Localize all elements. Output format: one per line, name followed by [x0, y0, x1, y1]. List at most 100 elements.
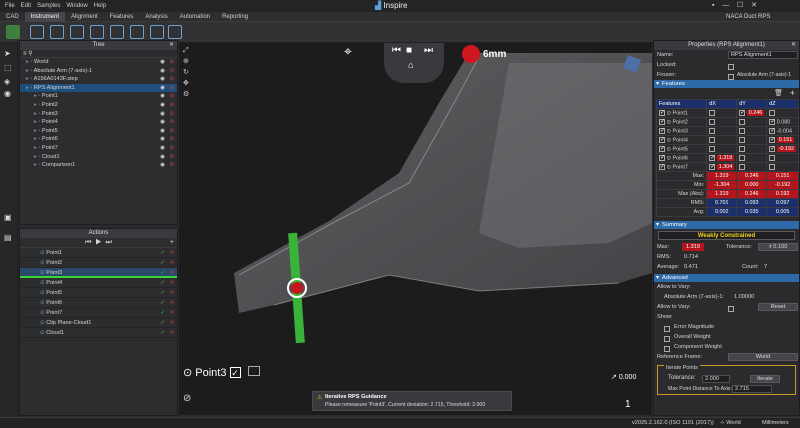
tree-item[interactable]: ▸ ◦ Cloud1 ◉ ⊘	[20, 153, 177, 162]
delete-icon[interactable]: ✕	[169, 328, 174, 338]
tab-features[interactable]: Features	[104, 12, 140, 22]
tab-reporting[interactable]: Reporting	[216, 12, 254, 22]
menu-window[interactable]: Window	[63, 0, 90, 12]
menu-help[interactable]: Help	[91, 0, 109, 12]
row-checkbox[interactable]	[659, 145, 665, 152]
delete-icon[interactable]: ✕	[169, 318, 174, 328]
table-row[interactable]: ⊙ Point7 1.304	[655, 162, 799, 172]
tab-cad[interactable]: CAD	[0, 12, 25, 22]
units-status[interactable]: Millimeters	[762, 418, 789, 428]
tree-item[interactable]: ▸ ◦ Absolute Arm (7-axis)-1 ◉ ⊘	[20, 67, 177, 76]
scan-icon[interactable]	[90, 25, 104, 39]
reference-frame-select[interactable]: World	[728, 353, 798, 361]
action-item[interactable]: ⊙ Cloud1 ✓ ✕	[20, 328, 177, 338]
tree-item[interactable]: ▸ ◦ Comparison1 ◉ ⊘	[20, 161, 177, 170]
table-row[interactable]: ⊙ Point3 -0.004	[655, 126, 799, 136]
close-icon[interactable]: ✕	[791, 41, 796, 50]
row-checkbox[interactable]	[659, 109, 665, 116]
axis-checkbox[interactable]	[709, 154, 715, 161]
visibility-icon[interactable]: ◉	[160, 101, 165, 110]
tolerance-field[interactable]: ± 0.100	[758, 243, 798, 251]
component-weight-checkbox[interactable]	[664, 345, 670, 352]
axis-checkbox[interactable]	[709, 145, 716, 152]
tab-analysis[interactable]: Analysis	[139, 12, 173, 22]
point-options-icon[interactable]	[247, 366, 260, 376]
view-icon[interactable]: ◉	[4, 89, 14, 99]
action-item[interactable]: ⊙ Point7 ✓ ✕	[20, 308, 177, 318]
zoom-icon[interactable]: ⊕	[183, 56, 193, 67]
connect-icon[interactable]	[6, 25, 20, 39]
line-icon[interactable]	[70, 25, 84, 39]
visibility-icon[interactable]: ◉	[160, 84, 165, 93]
add-icon[interactable]: +	[790, 88, 795, 98]
delete-icon[interactable]: ✕	[169, 278, 174, 288]
tree-item[interactable]: ▸ ◦ Point6 ◉ ⊘	[20, 135, 177, 144]
table-row[interactable]: ⊙ Point2 0.080	[655, 117, 799, 127]
visibility-icon[interactable]: ◉	[160, 67, 165, 76]
action-item[interactable]: ⊙ Point3 ✓ ✕	[20, 268, 177, 278]
visibility-icon[interactable]: ◉	[160, 118, 165, 127]
axis-checkbox[interactable]	[739, 136, 746, 143]
name-field[interactable]: RPS Alignment1	[728, 51, 798, 59]
play-icon[interactable]: ▶	[95, 239, 101, 246]
close-icon[interactable]: ✕	[169, 41, 174, 50]
delete-icon[interactable]: ✕	[169, 248, 174, 258]
error-magnitude-checkbox[interactable]	[664, 325, 670, 332]
action-item[interactable]: ⊙ Point5 ✓ ✕	[20, 288, 177, 298]
tree-item[interactable]: ▸ ◦ World ◉ ⊘	[20, 58, 177, 67]
home-icon[interactable]: ⌂	[408, 60, 413, 70]
lock-icon[interactable]: ⊘	[169, 161, 174, 170]
lock-icon[interactable]: ⊘	[169, 127, 174, 136]
summary-section-header[interactable]: ▾ Summary	[654, 221, 799, 229]
axis-checkbox[interactable]	[709, 127, 716, 134]
action-item[interactable]: ⊙ Point6 ✓ ✕	[20, 298, 177, 308]
tree-item[interactable]: ▸ ◦ Point2 ◉ ⊘	[20, 101, 177, 110]
axis-checkbox[interactable]	[769, 109, 776, 116]
row-checkbox[interactable]	[659, 154, 665, 161]
minimize-icon[interactable]: —	[722, 2, 729, 9]
row-checkbox[interactable]	[659, 118, 665, 125]
tree-item[interactable]: ▸ ◦ A156A0143F.step ◉ ⊘	[20, 75, 177, 84]
tree-item[interactable]: ▸ ◦ Point4 ◉ ⊘	[20, 118, 177, 127]
plane-icon[interactable]	[110, 25, 124, 39]
visibility-icon[interactable]: ◉	[160, 135, 165, 144]
probe-icon[interactable]	[50, 25, 64, 39]
layers-icon[interactable]: ◈	[4, 77, 14, 87]
allow-vary-checkbox[interactable]	[728, 305, 734, 312]
axis-checkbox[interactable]	[739, 163, 746, 170]
axis-checkbox[interactable]	[739, 154, 746, 161]
menu-file[interactable]: File	[2, 0, 18, 12]
lock-icon[interactable]: ⊘	[169, 101, 174, 110]
axis-checkbox[interactable]	[739, 118, 746, 125]
close-icon[interactable]: ✕	[751, 2, 757, 9]
visibility-icon[interactable]: ◉	[160, 127, 165, 136]
axis-checkbox[interactable]	[769, 163, 776, 170]
probe-target-icon[interactable]: ⌖	[344, 43, 354, 63]
visibility-icon[interactable]: ◉	[160, 161, 165, 170]
3d-viewport[interactable]: ⌖ ⏮ ■ ⏭ ⌂ 6mm ⤢ ⊕ ↻ ✥ ⚙ ⊙ Point3 ✓ ⊘ ↗ 0…	[179, 43, 652, 415]
screen-icon[interactable]: ▣	[4, 213, 14, 223]
table-row[interactable]: ⊙ Point1 0.246	[655, 108, 799, 118]
visibility-icon[interactable]: ◉	[160, 58, 165, 67]
table-row[interactable]: ⊙ Point4 0.151	[655, 135, 799, 145]
skip-back-icon[interactable]: ⏮	[85, 239, 91, 246]
lock-icon[interactable]: ⊘	[169, 135, 174, 144]
axis-checkbox[interactable]	[769, 154, 776, 161]
lock-icon[interactable]: ⊘	[169, 67, 174, 76]
visibility-icon[interactable]: ◉	[160, 75, 165, 84]
tree-item[interactable]: ▸ ◦ Point5 ◉ ⊘	[20, 127, 177, 136]
tab-instrument[interactable]: Instrument	[24, 12, 66, 22]
frozen-checkbox[interactable]	[728, 73, 734, 80]
accept-point-checkbox[interactable]: ✓	[229, 367, 241, 378]
overall-weight-checkbox[interactable]	[664, 335, 670, 342]
visibility-icon[interactable]: ◉	[160, 110, 165, 119]
table-row[interactable]: ⊙ Point5 -0.192	[655, 144, 799, 154]
tool-icon[interactable]	[130, 25, 144, 39]
delete-icon[interactable]: ✕	[169, 288, 174, 298]
menu-edit[interactable]: Edit	[18, 0, 34, 12]
lock-icon[interactable]: ⊘	[169, 144, 174, 153]
save-icon[interactable]: ▪	[712, 2, 714, 9]
delete-icon[interactable]: ✕	[169, 258, 174, 268]
tree-item[interactable]: ▸ ◦ Point1 ◉ ⊘	[20, 92, 177, 101]
frame-status[interactable]: ⊹ World	[720, 418, 741, 428]
